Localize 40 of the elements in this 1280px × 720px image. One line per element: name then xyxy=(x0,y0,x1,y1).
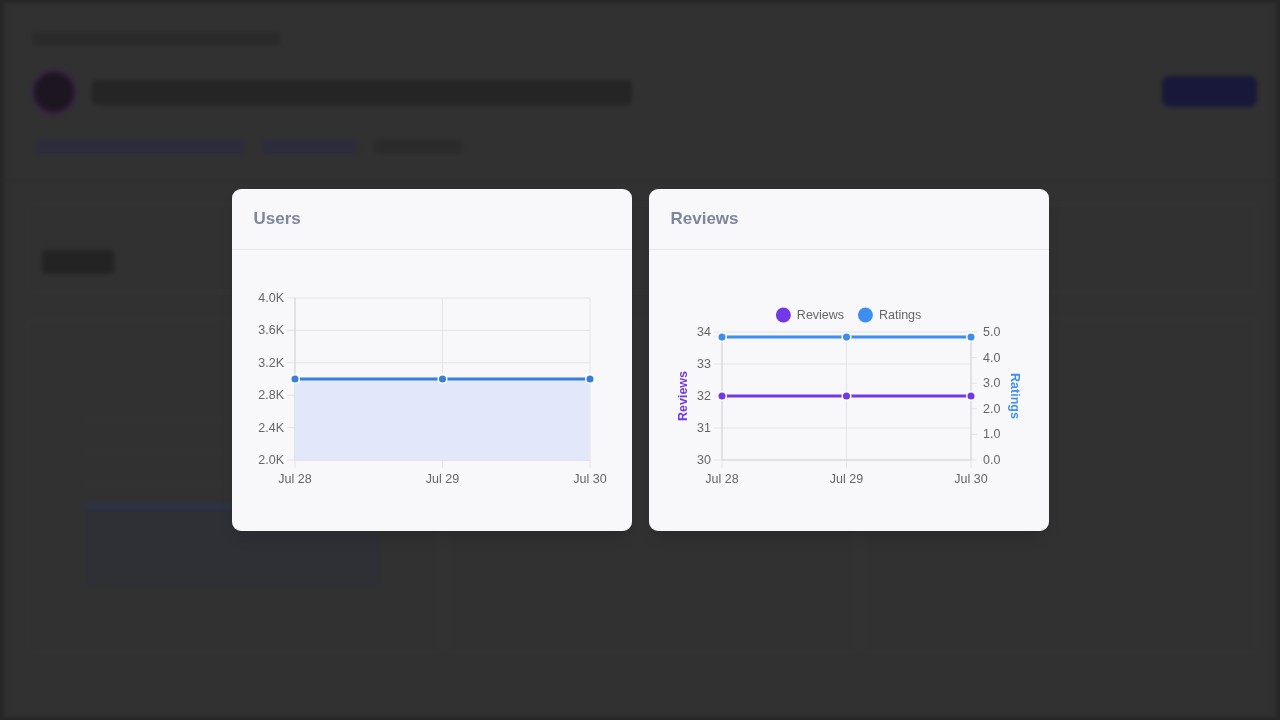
data-point xyxy=(716,332,727,343)
data-point xyxy=(965,332,976,343)
axis-tick-label: 2.4K xyxy=(257,420,284,435)
axis-tick-label: Jul 28 xyxy=(277,472,312,486)
data-point xyxy=(840,390,852,402)
data-point xyxy=(289,373,300,385)
axis-tick-label: 30 xyxy=(696,453,711,467)
axis-tick-label: 32 xyxy=(696,389,711,403)
axis-tick-label: Jul 29 xyxy=(425,472,459,486)
axis-tick-label: 2.0 xyxy=(982,401,1000,416)
legend-label: Reviews xyxy=(796,308,844,322)
axis-tick-label: 0.0 xyxy=(982,453,1000,467)
data-point xyxy=(965,390,976,402)
axis-title: Ratings xyxy=(1007,373,1022,419)
data-point xyxy=(716,390,727,402)
axis-tick-label: 5.0 xyxy=(982,325,1000,339)
axis-tick-label: Jul 30 xyxy=(572,472,607,486)
card-title: Reviews xyxy=(670,208,739,231)
axis-tick-label: 31 xyxy=(696,421,711,435)
axis-tick-label: 2.0K xyxy=(257,453,284,467)
card-title: Users xyxy=(253,208,301,231)
axis-tick-label: Jul 29 xyxy=(829,472,863,486)
data-point xyxy=(436,373,448,385)
axis-tick-label: 3.2K xyxy=(257,355,284,370)
axis-tick-label: 3.6K xyxy=(257,323,284,338)
axis-tick-label: 3.0 xyxy=(982,376,1000,391)
avatar-icon xyxy=(31,69,77,115)
legend-label: Ratings xyxy=(878,308,921,322)
axis-tick-label: 1.0 xyxy=(982,427,1000,442)
data-point xyxy=(840,332,852,343)
axis-tick-label: Jul 28 xyxy=(704,472,739,486)
axis-tick-label: 4.0 xyxy=(982,350,1000,365)
axis-tick-label: 2.8K xyxy=(257,388,284,403)
data-point xyxy=(584,373,595,385)
axis-tick-label: 4.0K xyxy=(257,291,284,305)
axis-tick-label: 34 xyxy=(696,325,711,339)
blurred-button[interactable] xyxy=(1162,76,1257,107)
axis-title: Reviews xyxy=(675,371,690,421)
axis-tick-label: 33 xyxy=(696,357,711,371)
axis-tick-label: Jul 30 xyxy=(953,472,988,486)
